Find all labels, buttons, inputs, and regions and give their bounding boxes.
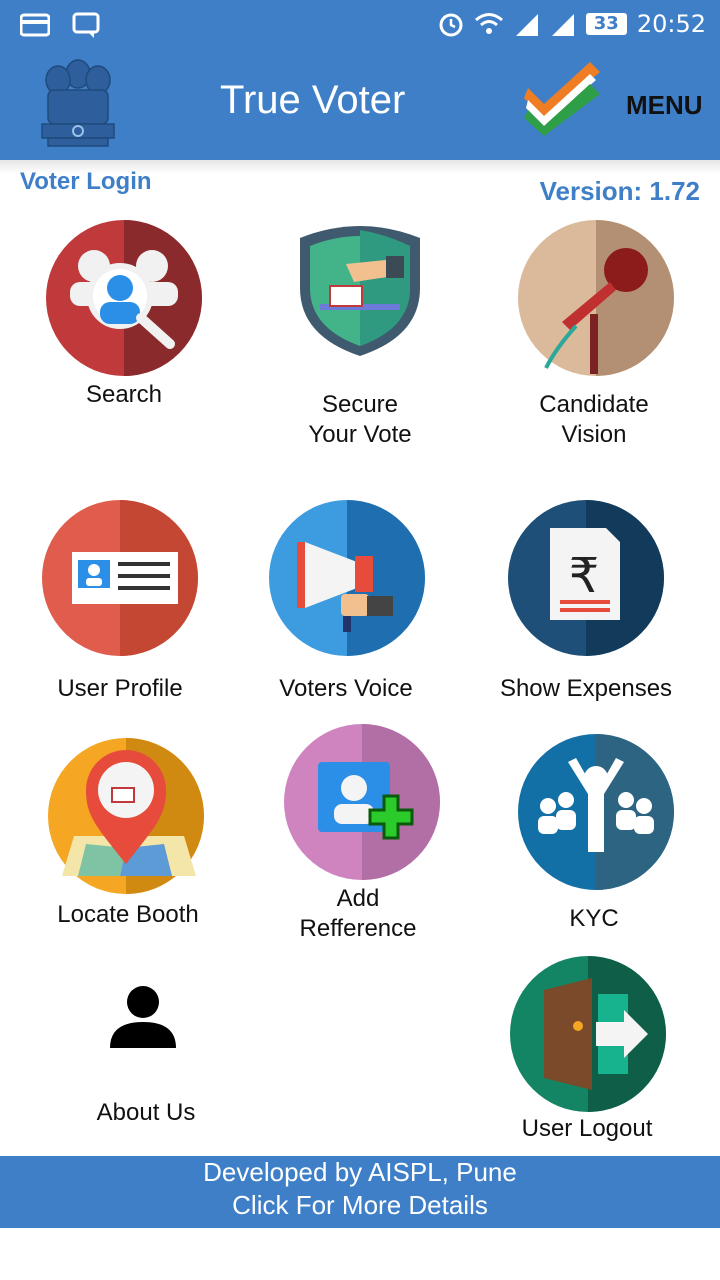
add-reference-tile[interactable]: Add Refference — [240, 718, 490, 958]
about-us-tile[interactable]: About Us — [20, 970, 260, 1150]
search-tile[interactable]: Search — [0, 210, 250, 430]
secure-vote-tile[interactable]: Secure Your Vote — [240, 210, 480, 460]
wifi-icon — [474, 13, 503, 34]
card-icon — [20, 13, 50, 37]
tricolor-check-logo — [524, 62, 600, 136]
user-profile-tile[interactable]: User Profile — [0, 494, 250, 714]
message-icon — [72, 12, 100, 38]
footer-developer: Developed by AISPL, Pune — [203, 1157, 517, 1187]
locate-booth-label: Locate Booth — [57, 901, 199, 928]
footer-details-button[interactable]: Developed by AISPL, Pune Click For More … — [0, 1156, 720, 1228]
battery-level: 33 — [585, 13, 627, 35]
voters-voice-tile[interactable]: Voters Voice — [240, 494, 480, 714]
kyc-tile[interactable]: KYC — [470, 730, 720, 950]
user-logout-tile[interactable]: User Logout — [470, 952, 720, 1152]
app-title: True Voter — [220, 78, 406, 122]
microphone-icon — [518, 220, 674, 376]
megaphone-icon — [269, 500, 425, 656]
alarm-icon — [439, 13, 463, 37]
signal-3g-icon — [551, 14, 574, 36]
kyc-label: KYC — [569, 905, 619, 932]
user-profile-label: User Profile — [57, 675, 183, 702]
app-bar: 33 20:52 True Voter MENU — [0, 0, 720, 160]
locate-booth-tile[interactable]: Locate Booth — [0, 730, 250, 950]
logout-door-icon — [510, 956, 666, 1112]
user-logout-label: User Logout — [521, 1115, 653, 1142]
candidate-vision-tile[interactable]: Candidate Vision — [470, 210, 720, 460]
show-expenses-label: Show Expenses — [499, 675, 673, 702]
footer-more-details: Click For More Details — [232, 1190, 488, 1220]
id-card-icon — [42, 500, 198, 656]
menu-button[interactable]: MENU — [626, 90, 703, 121]
status-notifications — [20, 12, 100, 40]
svg-text:₹: ₹ — [569, 548, 600, 604]
search-label: Search — [85, 381, 163, 408]
clock: 20:52 — [636, 10, 706, 38]
add-user-icon — [284, 724, 440, 880]
about-us-label: About Us — [96, 1099, 196, 1126]
add-reference-label: Add Refference — [299, 885, 417, 942]
status-system: 33 20:52 — [438, 10, 706, 38]
person-icon — [110, 986, 176, 1048]
voters-voice-label: Voters Voice — [279, 675, 413, 702]
emblem-logo — [41, 59, 115, 147]
map-pin-icon — [48, 738, 204, 894]
signal-icon — [515, 14, 538, 36]
candidate-vision-label: Candidate Vision — [539, 391, 649, 448]
secure-vote-label: Secure Your Vote — [308, 391, 412, 448]
voter-login-link[interactable]: Voter Login — [20, 168, 152, 196]
search-users-icon — [46, 220, 202, 376]
version-label: Version: 1.72 — [539, 176, 700, 206]
people-group-icon — [518, 734, 674, 890]
rupee-document-icon: ₹ — [508, 500, 664, 656]
show-expenses-tile[interactable]: ₹ Show Expenses — [470, 494, 720, 714]
secure-vote-shield-icon — [300, 226, 420, 356]
